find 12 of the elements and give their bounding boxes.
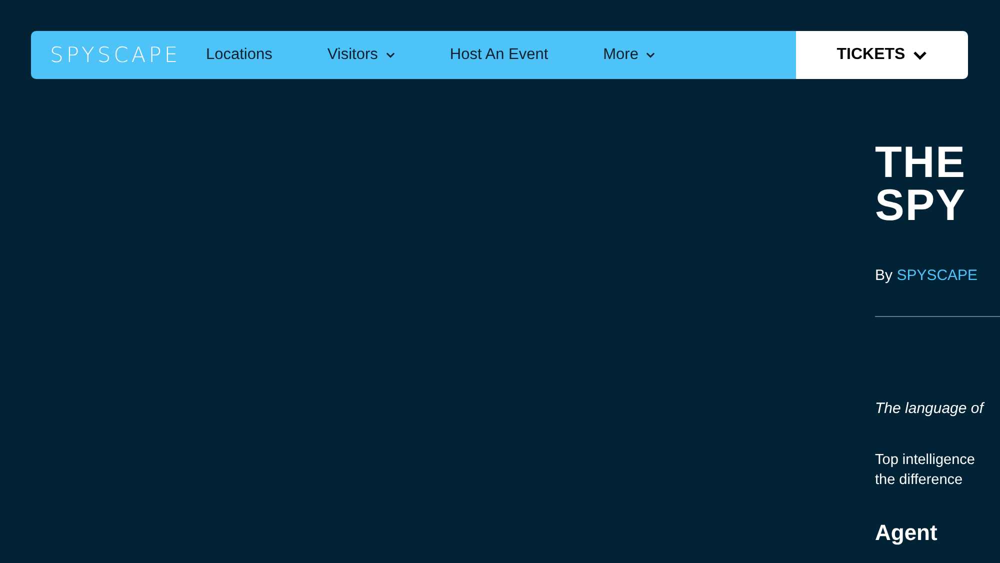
nav-link[interactable]: Locations [206,46,272,64]
nav-link[interactable]: Visitors [327,46,395,64]
author-link[interactable]: SPYSCAPE [896,267,978,284]
article-title: THE SPY [875,141,968,227]
nav-link[interactable]: Host An Event [450,46,548,64]
nav-link[interactable]: More [603,46,656,64]
tickets-button[interactable]: TICKETS [796,31,968,79]
body-paragraph: Top intelligence the difference [875,451,976,490]
byline-label: By [875,267,893,284]
intro-text: The language of [875,400,986,417]
chevron-icon [913,50,928,60]
section-heading: Agent [875,520,938,546]
